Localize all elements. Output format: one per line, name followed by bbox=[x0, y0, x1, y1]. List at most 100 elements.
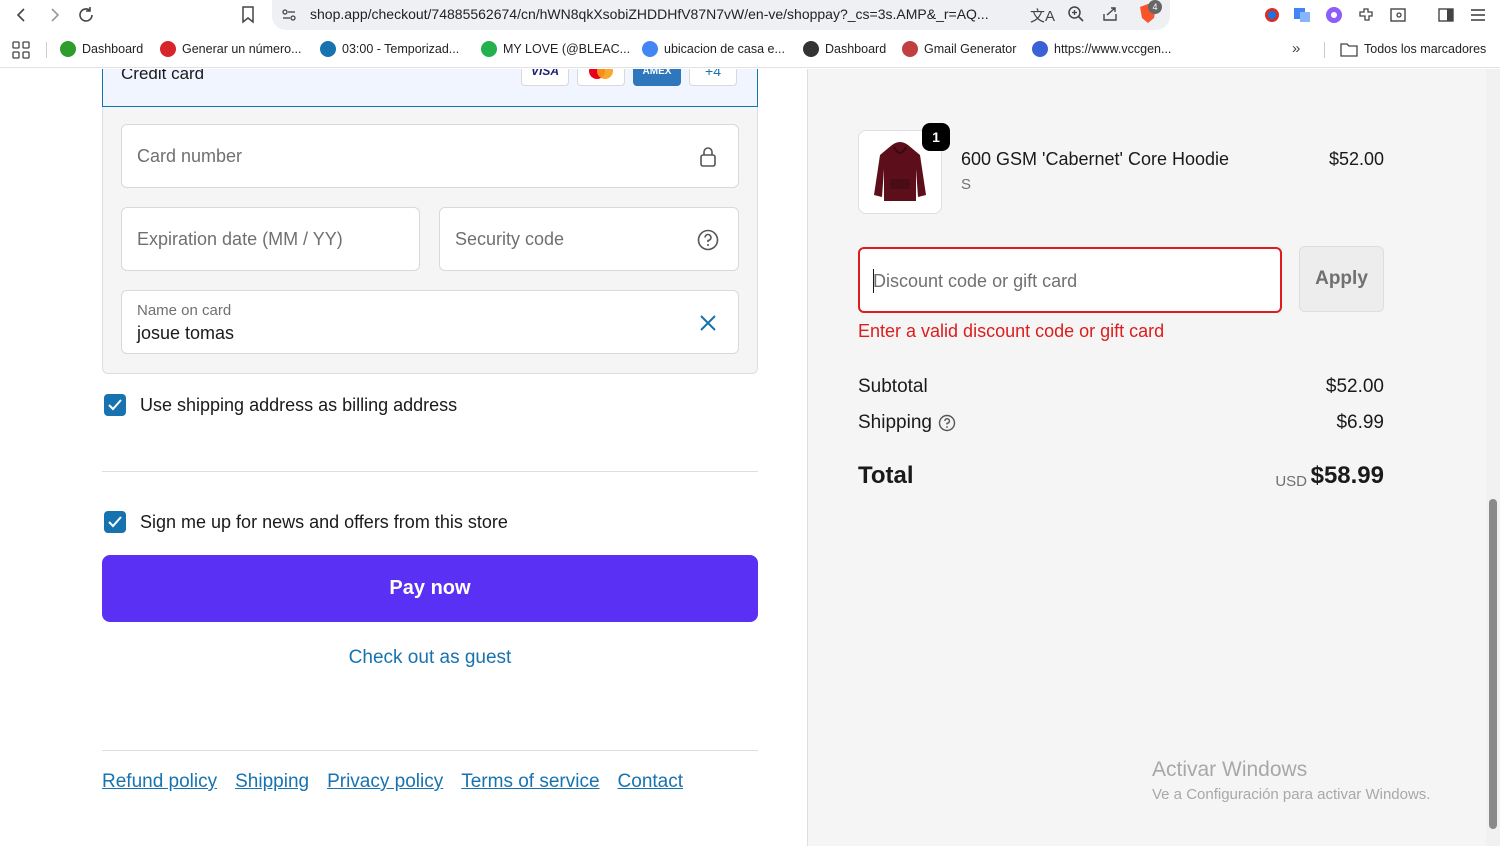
bookmark-label: Dashboard bbox=[825, 42, 887, 56]
section-divider bbox=[102, 471, 758, 472]
browser-toolbar: shop.app/checkout/74885562674/cn/hWN8qkX… bbox=[0, 0, 1500, 30]
all-bookmarks-folder[interactable]: Todos los marcadores bbox=[1340, 41, 1486, 57]
newsletter-option[interactable]: Sign me up for news and offers from this… bbox=[104, 511, 508, 533]
quantity-badge: 1 bbox=[922, 123, 950, 151]
bookmark-dashboard-2[interactable]: Dashboard bbox=[803, 41, 886, 57]
subtotal-amount: $52.00 bbox=[1325, 376, 1384, 397]
bookmark-icon[interactable] bbox=[236, 3, 260, 27]
terms-of-service-link[interactable]: Terms of service bbox=[461, 771, 599, 793]
brave-badge: 4 bbox=[1148, 0, 1162, 14]
bookmark-label: 03:00 - Temporizad... bbox=[342, 42, 460, 56]
extension-shield-icon[interactable] bbox=[1260, 3, 1284, 27]
clear-x-icon[interactable] bbox=[696, 311, 720, 335]
checkout-main-column: Credit card VISA AMEX +4 Card number Exp… bbox=[0, 69, 808, 846]
shipping-amount: $6.99 bbox=[1336, 412, 1384, 433]
total-amount: $58.99 bbox=[1310, 462, 1384, 489]
extensions-icon[interactable] bbox=[1354, 3, 1378, 27]
card-number-placeholder: Card number bbox=[137, 146, 243, 166]
brave-shield-icon[interactable]: 4 bbox=[1138, 0, 1162, 30]
translate-icon[interactable]: 文A bbox=[1030, 5, 1055, 26]
apps-grid-icon[interactable] bbox=[12, 41, 30, 64]
url-text[interactable]: shop.app/checkout/74885562674/cn/hWN8qkX… bbox=[310, 6, 989, 22]
credit-card-title: Credit card bbox=[121, 69, 205, 83]
privacy-policy-link[interactable]: Privacy policy bbox=[327, 771, 443, 793]
order-summary: 1 600 GSM 'Cabernet' Core Hoodie S $52.0… bbox=[808, 69, 1500, 846]
bookmark-favicon-icon bbox=[902, 41, 918, 57]
help-circle-icon[interactable] bbox=[696, 228, 720, 252]
subtotal-label: Subtotal bbox=[858, 376, 928, 397]
security-code-placeholder: Security code bbox=[455, 229, 565, 249]
wallet-icon[interactable] bbox=[1386, 3, 1410, 27]
currency-code: USD bbox=[1275, 473, 1307, 490]
share-icon[interactable] bbox=[1101, 5, 1119, 28]
zoom-icon[interactable] bbox=[1067, 5, 1085, 28]
discount-code-input[interactable]: Discount code or gift card bbox=[858, 247, 1282, 313]
pay-now-button[interactable]: Pay now bbox=[102, 555, 758, 622]
back-icon[interactable] bbox=[10, 3, 34, 27]
bookmark-temporizador[interactable]: 03:00 - Temporizad... bbox=[320, 41, 459, 57]
folder-icon bbox=[1340, 43, 1358, 57]
bookmark-label: https://www.vccgen... bbox=[1054, 42, 1172, 56]
checkmark-icon bbox=[108, 399, 122, 411]
name-on-card-label: Name on card bbox=[137, 302, 232, 319]
discount-error-message: Enter a valid discount code or gift card bbox=[858, 321, 1165, 341]
refund-policy-link[interactable]: Refund policy bbox=[102, 771, 217, 793]
watermark-subtitle: Ve a Configuración para activar Windows. bbox=[1152, 786, 1431, 803]
extension-purple-icon[interactable] bbox=[1322, 3, 1346, 27]
footer-divider bbox=[102, 750, 758, 751]
shipping-help-icon[interactable] bbox=[938, 414, 956, 432]
more-bookmarks-icon[interactable]: » bbox=[1292, 40, 1300, 57]
bookmark-favicon-icon bbox=[803, 41, 819, 57]
more-cards-badge: +4 bbox=[689, 69, 737, 86]
bookmark-vccgen[interactable]: https://www.vccgen... bbox=[1032, 41, 1171, 57]
bookmark-label: Dashboard bbox=[82, 42, 144, 56]
bookmark-ubicacion-casa[interactable]: ubicacion de casa e... bbox=[642, 41, 785, 57]
product-variant: S bbox=[961, 176, 972, 193]
name-on-card-value[interactable]: josue tomas bbox=[137, 323, 234, 344]
billing-checkbox[interactable] bbox=[104, 394, 126, 416]
apply-discount-button[interactable]: Apply bbox=[1299, 246, 1384, 312]
scrollbar-thumb[interactable] bbox=[1489, 499, 1497, 829]
expiration-date-field[interactable]: Expiration date (MM / YY) bbox=[121, 207, 420, 271]
menu-icon[interactable] bbox=[1466, 3, 1490, 27]
site-settings-icon[interactable] bbox=[280, 6, 298, 29]
bookmark-gmail-generator[interactable]: Gmail Generator bbox=[902, 41, 1016, 57]
amex-logo: AMEX bbox=[633, 69, 681, 86]
security-code-field[interactable]: Security code bbox=[439, 207, 739, 271]
bookmark-generar-numero[interactable]: Generar un número... bbox=[160, 41, 302, 57]
address-bar[interactable]: shop.app/checkout/74885562674/cn/hWN8qkX… bbox=[272, 0, 1170, 30]
mastercard-logo bbox=[577, 69, 625, 86]
bookmarks-divider bbox=[46, 42, 47, 58]
newsletter-checkbox[interactable] bbox=[104, 511, 126, 533]
card-number-field[interactable]: Card number bbox=[121, 124, 739, 188]
translate-extension-icon[interactable] bbox=[1290, 3, 1314, 27]
checkmark-icon bbox=[108, 516, 122, 528]
newsletter-label: Sign me up for news and offers from this… bbox=[140, 511, 508, 532]
discount-placeholder: Discount code or gift card bbox=[873, 271, 1078, 291]
name-on-card-field[interactable]: Name on card josue tomas bbox=[121, 290, 739, 354]
shipping-label: Shipping bbox=[858, 412, 932, 433]
visa-logo: VISA bbox=[521, 69, 569, 86]
contact-link[interactable]: Contact bbox=[618, 771, 683, 793]
page-scrollbar[interactable] bbox=[1486, 69, 1500, 846]
bookmark-label: Gmail Generator bbox=[924, 42, 1017, 56]
credit-card-option[interactable]: Credit card VISA AMEX +4 bbox=[102, 69, 758, 107]
bookmark-dashboard[interactable]: Dashboard bbox=[60, 41, 143, 57]
sidebar-icon[interactable] bbox=[1434, 3, 1458, 27]
bookmark-favicon-icon bbox=[481, 41, 497, 57]
billing-same-option[interactable]: Use shipping address as billing address bbox=[104, 394, 457, 416]
checkout-page: Credit card VISA AMEX +4 Card number Exp… bbox=[0, 69, 1500, 846]
total-label: Total bbox=[858, 462, 914, 489]
bookmark-label: ubicacion de casa e... bbox=[664, 42, 785, 56]
bookmark-my-love[interactable]: MY LOVE (@BLEAC... bbox=[481, 41, 630, 57]
shipping-policy-link[interactable]: Shipping bbox=[235, 771, 309, 793]
bookmark-label: MY LOVE (@BLEAC... bbox=[503, 42, 631, 56]
forward-icon[interactable] bbox=[42, 3, 66, 27]
bookmark-favicon-icon bbox=[1032, 41, 1048, 57]
bookmarks-bar: Dashboard Generar un número... 03:00 - Tem… bbox=[0, 32, 1500, 68]
bookmark-favicon-icon bbox=[60, 41, 76, 57]
lock-icon bbox=[696, 145, 720, 169]
reload-icon[interactable] bbox=[74, 3, 98, 27]
bookmark-favicon-icon bbox=[160, 41, 176, 57]
guest-checkout-link[interactable]: Check out as guest bbox=[0, 647, 860, 669]
